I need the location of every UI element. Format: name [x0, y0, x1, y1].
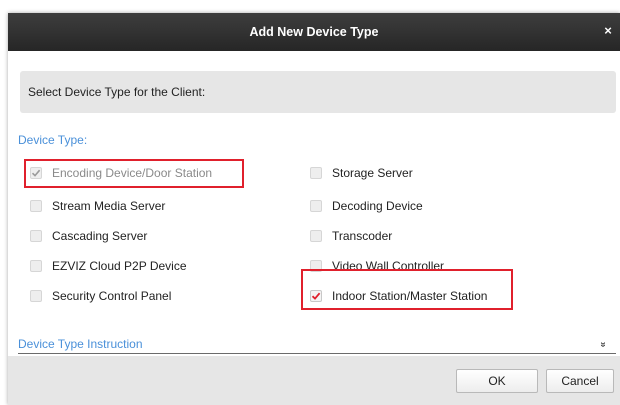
- option-storage-server[interactable]: Storage Server: [310, 163, 413, 183]
- dialog-footer: OK Cancel: [8, 356, 620, 405]
- dialog-title-bar: Add New Device Type ×: [8, 13, 620, 51]
- prompt-text: Select Device Type for the Client:: [28, 85, 206, 99]
- double-chevron-down-icon[interactable]: »: [598, 341, 609, 347]
- dialog-title: Add New Device Type: [249, 25, 379, 39]
- checkbox-security-control-panel[interactable]: [30, 290, 42, 302]
- option-label: Security Control Panel: [52, 289, 172, 303]
- option-decoding-device[interactable]: Decoding Device: [310, 196, 423, 216]
- option-ezviz-cloud-p2p-device[interactable]: EZVIZ Cloud P2P Device: [30, 256, 187, 276]
- add-device-type-dialog: Add New Device Type × Select Device Type…: [8, 13, 620, 405]
- option-transcoder[interactable]: Transcoder: [310, 226, 392, 246]
- option-label: Storage Server: [332, 166, 413, 180]
- device-type-section-label: Device Type:: [18, 133, 88, 147]
- option-label: EZVIZ Cloud P2P Device: [52, 259, 187, 273]
- cancel-button[interactable]: Cancel: [546, 369, 614, 393]
- close-icon[interactable]: ×: [601, 24, 615, 38]
- option-security-control-panel[interactable]: Security Control Panel: [30, 286, 171, 306]
- checkbox-cascading-server[interactable]: [30, 230, 42, 242]
- highlight-box-encoding-device: [24, 159, 244, 188]
- checkbox-storage-server[interactable]: [310, 167, 322, 179]
- ok-button[interactable]: OK: [456, 369, 538, 393]
- device-type-instruction-row[interactable]: Device Type Instruction »: [18, 335, 616, 354]
- highlight-box-indoor-station: [301, 269, 513, 310]
- device-type-instruction-label: Device Type Instruction: [18, 337, 143, 351]
- checkbox-decoding-device[interactable]: [310, 200, 322, 212]
- option-label: Cascading Server: [52, 229, 148, 243]
- checkbox-stream-media-server[interactable]: [30, 200, 42, 212]
- option-label: Stream Media Server: [52, 199, 166, 213]
- option-label: Decoding Device: [332, 199, 423, 213]
- checkbox-transcoder[interactable]: [310, 230, 322, 242]
- option-cascading-server[interactable]: Cascading Server: [30, 226, 147, 246]
- prompt-box: Select Device Type for the Client:: [20, 71, 616, 113]
- option-stream-media-server[interactable]: Stream Media Server: [30, 196, 165, 216]
- option-label: Transcoder: [332, 229, 393, 243]
- checkbox-ezviz-cloud-p2p[interactable]: [30, 260, 42, 272]
